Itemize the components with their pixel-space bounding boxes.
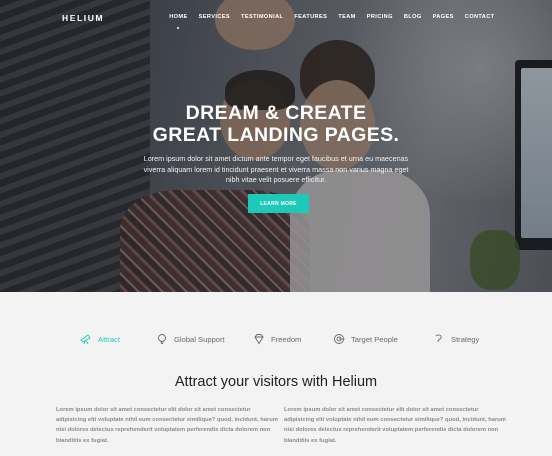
nav-item-blog[interactable]: BLOG xyxy=(398,14,427,20)
hero-title: DREAM & CREATE GREAT LANDING PAGES. xyxy=(0,102,552,146)
section-text-column-1: Lorem ipsum dolor sit amet consectetur e… xyxy=(56,407,278,444)
nav-item-pricing[interactable]: PRICING xyxy=(361,14,398,20)
nav-item-team[interactable]: TEAM xyxy=(333,14,361,20)
brand-logo[interactable]: HELIUM xyxy=(62,13,104,23)
tab-freedom-label: Freedom xyxy=(271,334,302,344)
tab-strategy-label: Strategy xyxy=(451,334,480,344)
diamond-icon xyxy=(254,334,264,345)
hero-title-line2: GREAT LANDING PAGES. xyxy=(152,124,400,146)
tab-strategy[interactable]: Strategy xyxy=(433,333,479,345)
tab-target-people[interactable]: Target People xyxy=(333,333,398,345)
feature-tabs: Attract Global Support Freedom Target Pe… xyxy=(0,333,552,347)
nav-item-contact[interactable]: CONTACT xyxy=(459,14,500,20)
strategy-icon xyxy=(435,334,442,343)
telescope-icon xyxy=(80,334,91,345)
nav-item-features[interactable]: FEATURES xyxy=(289,14,333,20)
tab-global-support[interactable]: Global Support xyxy=(156,333,225,345)
hero-description: Lorem ipsum dolor sit amet dictum ante t… xyxy=(143,154,409,184)
learn-more-button[interactable]: LEARN MORE xyxy=(248,194,309,213)
nav-item-pages[interactable]: PAGES xyxy=(427,14,459,20)
hero-section: HELIUM HOME SERVICES TESTIMONIAL FEATURE… xyxy=(0,0,552,292)
nav-menu: HOME SERVICES TESTIMONIAL FEATURES TEAM … xyxy=(164,14,500,20)
tab-attract[interactable]: Attract xyxy=(80,333,120,345)
lightbulb-icon xyxy=(158,334,166,344)
section-text-column-2: Lorem ipsum dolor sit amet consectetur e… xyxy=(284,407,506,444)
target-icon xyxy=(334,334,345,344)
section-title: Attract your visitors with Helium xyxy=(174,374,378,390)
tab-attract-label: Attract xyxy=(98,334,120,344)
tab-freedom[interactable]: Freedom xyxy=(253,333,301,345)
top-navigation: HELIUM HOME SERVICES TESTIMONIAL FEATURE… xyxy=(0,0,552,36)
nav-item-home[interactable]: HOME xyxy=(164,14,193,20)
tab-target-people-label: Target People xyxy=(351,334,398,344)
nav-item-testimonial[interactable]: TESTIMONIAL xyxy=(236,14,289,20)
hero-title-line1: DREAM & CREATE xyxy=(185,102,367,124)
tab-global-support-label: Global Support xyxy=(174,334,225,344)
nav-item-services[interactable]: SERVICES xyxy=(193,14,235,20)
